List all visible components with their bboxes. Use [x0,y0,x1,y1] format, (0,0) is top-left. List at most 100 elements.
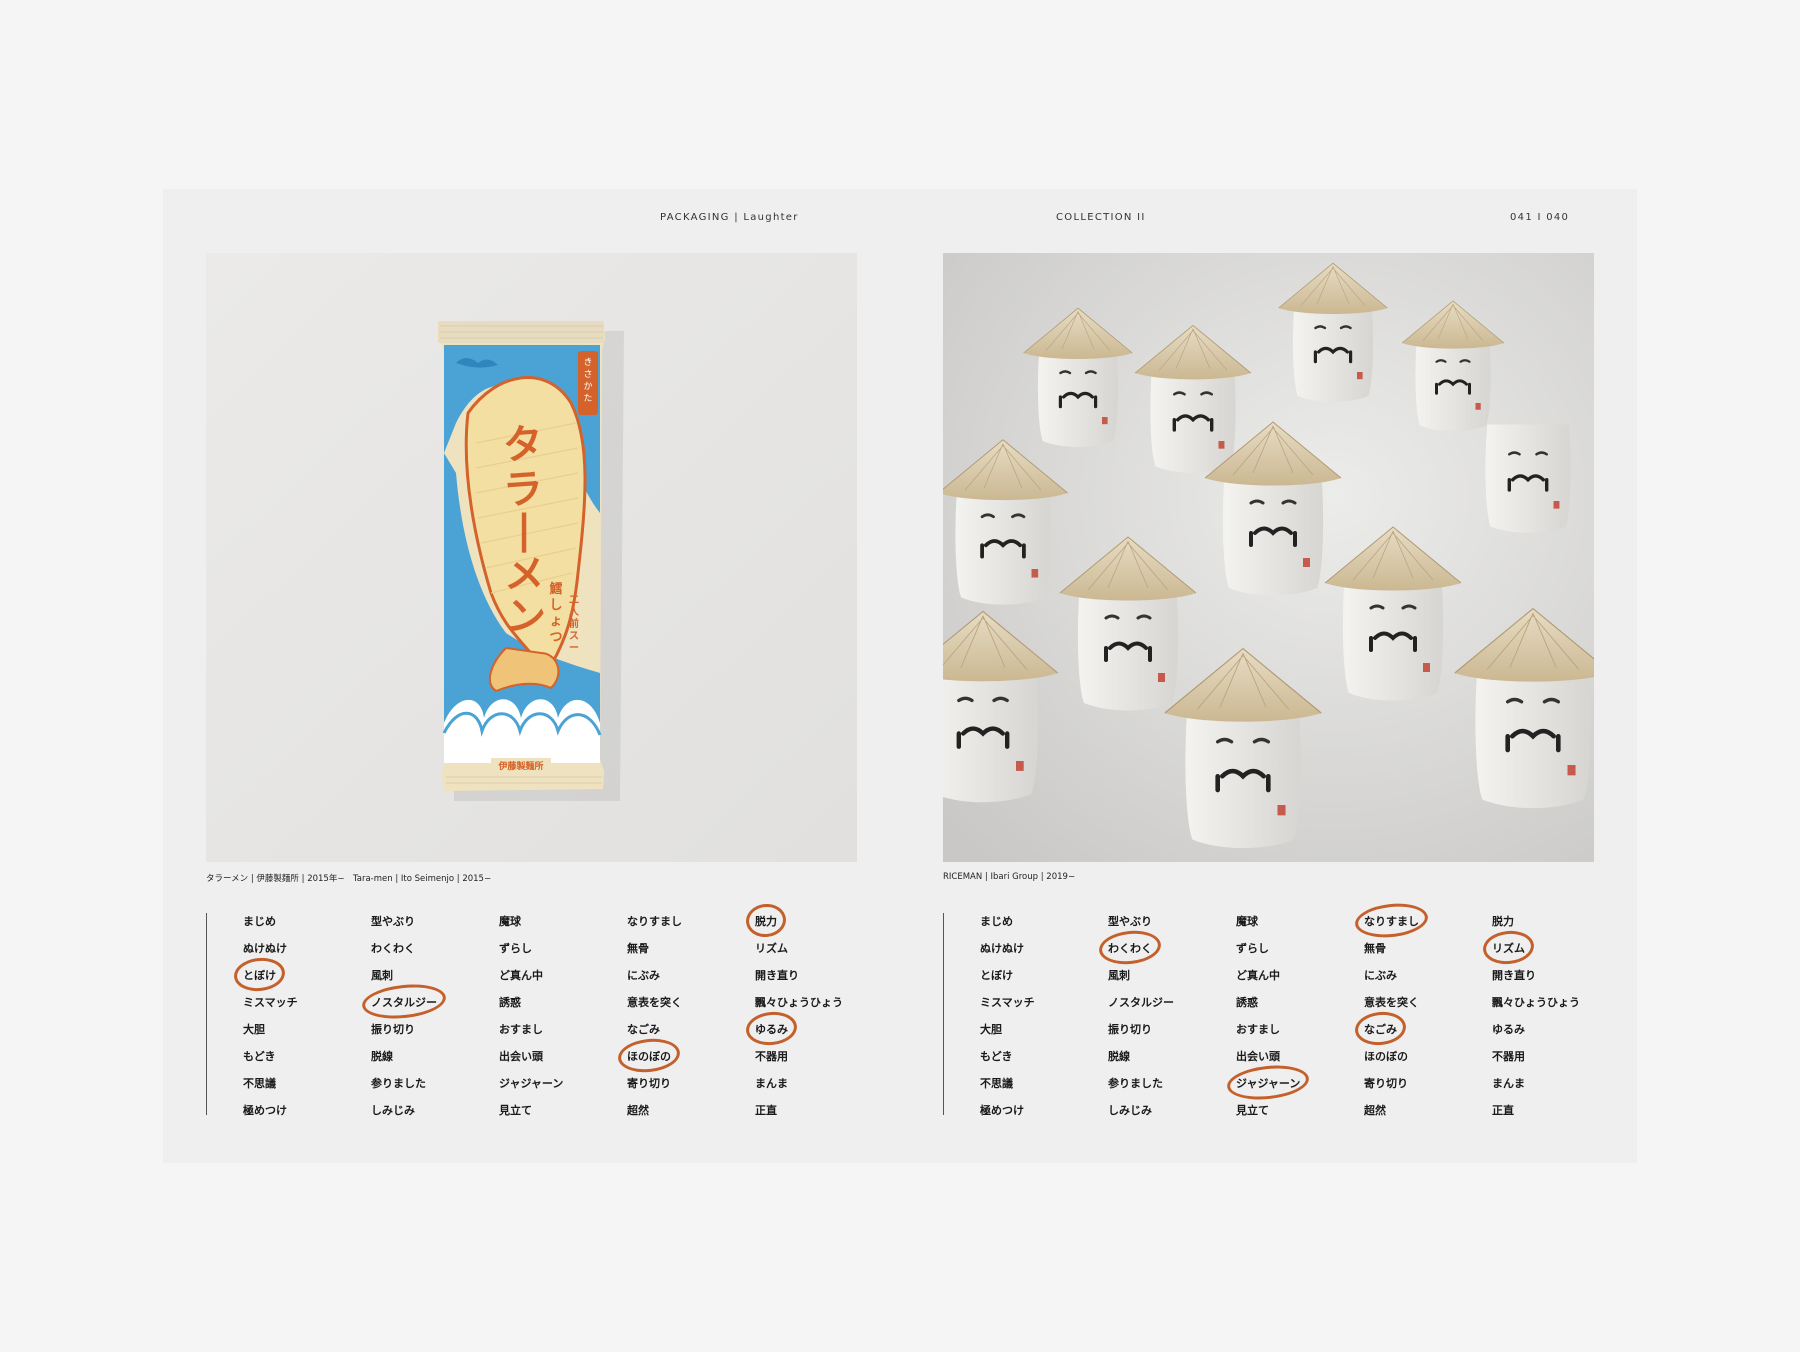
word-item: 正直 [1492,1104,1514,1117]
word-grid-left: まじめ ぬけぬけ とぼけ ミスマッチ 大胆 もどき 不思議 極めつけ 型やぶり わくわく 風刺 ノスタ… [206,913,857,1117]
svg-text:き: き [583,357,592,368]
circled-word: ゆるみ [755,1023,788,1036]
word-item: 振り切り [371,1023,415,1036]
photo-caption: RICEMAN | Ibari Group | 2019− [943,872,1076,882]
word-item: しみじみ [371,1104,415,1117]
circled-word: 脱力 [755,915,777,928]
word-item: にぶみ [1364,969,1397,982]
word-item: ずらし [499,942,532,955]
word-item: 極めつけ [243,1104,287,1117]
word-item: 不器用 [1492,1050,1525,1063]
word-item: 大胆 [243,1023,265,1036]
word-item: ぬけぬけ [243,942,287,955]
svg-text:か: か [583,381,592,392]
word-item: ど真ん中 [1236,969,1280,982]
word-item: とぼけ [980,969,1013,982]
header-separator: | [734,212,744,223]
word-item: 開き直り [755,969,799,982]
word-item: ノスタルジー [1108,996,1174,1009]
word-item: ずらし [1236,942,1269,955]
circled-word: ほのぼの [627,1050,671,1063]
word-item: 寄り切り [1364,1077,1408,1090]
word-item: 意表を突く [1364,996,1419,1009]
svg-text:鱈: 鱈 [549,581,562,597]
word-item: にぶみ [627,969,660,982]
word-item: しみじみ [1108,1104,1152,1117]
photo-caption: タラーメン | 伊藤製麺所 | 2015年− Tara-men | Ito Se… [206,874,492,884]
svg-text:ス: ス [569,630,579,642]
word-item: まじめ [980,915,1013,928]
word-item: 極めつけ [980,1104,1024,1117]
word-item: ミスマッチ [243,996,298,1009]
word-item: おすまし [499,1023,543,1036]
word-item: 出会い頭 [499,1050,543,1063]
tara-men-photo: タ ラ | メ ン き さ か た 鱈しょつ 二人前スー 伊藤製麺所 [206,253,857,862]
word-item: 型やぶり [371,915,415,928]
circled-word: なりすまし [1364,915,1419,928]
word-item: わくわく [371,942,415,955]
svg-text:ょ: ょ [549,614,562,629]
word-item: 寄り切り [627,1077,671,1090]
package-title-char: タ [502,421,545,470]
word-item: もどき [243,1050,276,1063]
subsection-label: Laughter [743,212,799,223]
word-item: 型やぶり [1108,915,1152,928]
package-title-char: | [517,507,532,554]
word-item: まんま [1492,1077,1525,1090]
tara-men-package-illustration: タ ラ | メ ン き さ か た 鱈しょつ 二人前スー 伊藤製麺所 [206,253,857,862]
word-item: 誘惑 [499,996,521,1009]
circled-word: リズム [1492,942,1525,955]
package-title-char: ン [503,593,548,643]
word-item: 意表を突く [627,996,682,1009]
svg-text:つ: つ [549,630,562,645]
word-item: なりすまし [627,915,682,928]
word-item: ゆるみ [1492,1023,1525,1036]
word-item: 不思議 [243,1077,276,1090]
word-item: 無骨 [627,942,649,955]
word-item: 開き直り [1492,969,1536,982]
word-item: 魔球 [1236,915,1258,928]
svg-text:た: た [583,393,592,404]
word-item: 脱線 [1108,1050,1130,1063]
word-item: ど真ん中 [499,969,543,982]
svg-text:さ: さ [583,369,592,380]
collection-label: COLLECTION II [1056,212,1146,223]
word-item: ジャジャーン [499,1077,564,1090]
running-header: PACKAGING | Laughter [660,212,799,223]
word-item: 見立て [499,1104,532,1117]
word-item: 脱力 [1492,915,1514,928]
word-item: 見立て [1236,1104,1269,1117]
circled-word: とぼけ [243,969,276,982]
word-item: ほのぼの [1364,1050,1408,1063]
word-item: ぬけぬけ [980,942,1024,955]
word-item: 脱線 [371,1050,393,1063]
circled-word: わくわく [1108,942,1152,955]
word-item: まんま [755,1077,788,1090]
page-numbers: 041 I 040 [1510,212,1570,223]
circled-word: なごみ [1364,1023,1397,1036]
word-grid-right: まじめ ぬけぬけ とぼけ ミスマッチ 大胆 もどき 不思議 極めつけ 型やぶり わくわく 風刺 ノスタ… [943,913,1594,1117]
word-item: 不思議 [980,1077,1013,1090]
circled-word: ジャジャーン [1236,1077,1301,1090]
package-title-char: メ [503,551,546,600]
word-item: 風刺 [371,969,393,982]
svg-text:伊藤製麺所: 伊藤製麺所 [497,760,543,772]
word-item: 大胆 [980,1023,1002,1036]
svg-text:二: 二 [569,594,579,606]
section-label: PACKAGING [660,212,730,223]
riceman-illustration [943,253,1594,862]
word-item: 超然 [1364,1104,1386,1117]
word-item: 飄々ひょうひょう [1492,996,1580,1009]
svg-text:ー: ー [569,643,579,654]
word-item: なごみ [627,1023,660,1036]
word-item: 振り切り [1108,1023,1152,1036]
word-item: もどき [980,1050,1013,1063]
word-item: ミスマッチ [980,996,1035,1009]
word-item: 超然 [627,1104,649,1117]
word-item: 不器用 [755,1050,788,1063]
word-item: おすまし [1236,1023,1280,1036]
word-item: 参りました [371,1077,426,1090]
book-spread: PACKAGING | Laughter COLLECTION II 041 I… [163,189,1637,1163]
word-item: 無骨 [1364,942,1386,955]
word-item: まじめ [243,915,276,928]
